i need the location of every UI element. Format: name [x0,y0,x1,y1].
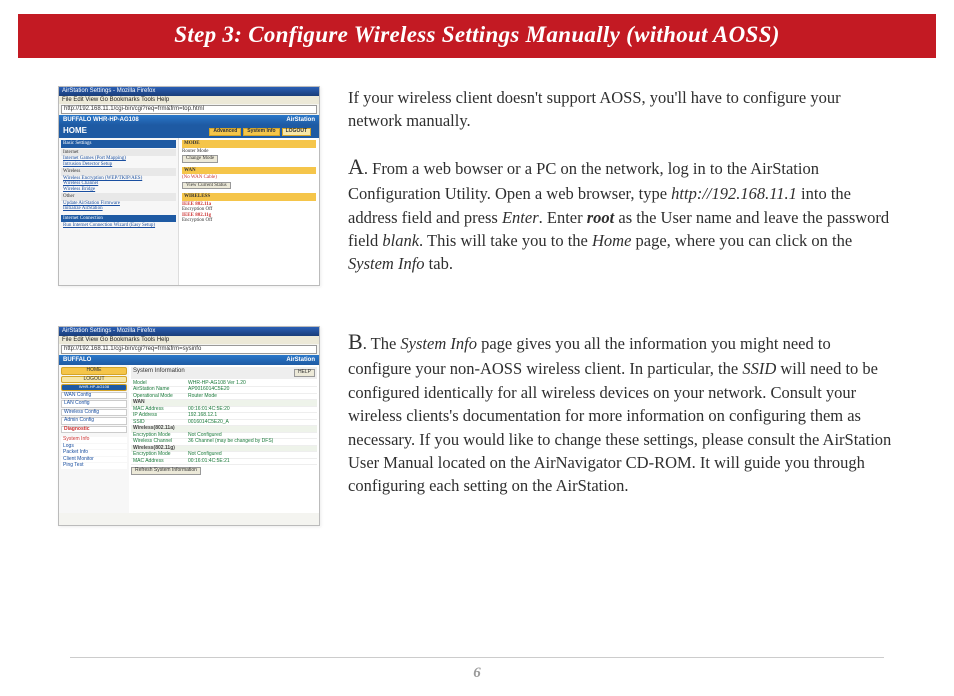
sidebar: Basic Settings Internet Internet Games (… [59,138,179,286]
b-ssid: SSID [742,359,776,378]
home-label: HOME [63,127,87,136]
nav-wan[interactable]: WAN Config [61,392,127,400]
screenshot-sysinfo: AirStation Settings - Mozilla Firefox Fi… [58,326,320,526]
side-internet-connection: Internet Connection [61,215,176,223]
link-wizard[interactable]: Run Internet Connection Wizard (Easy Set… [61,223,176,229]
page-number: 6 [0,665,954,682]
a-home: Home [592,231,631,250]
panel-title: System Information [133,368,185,378]
nav-wireless[interactable]: Wireless Config [61,409,127,417]
mode-value: Router Mode [182,149,316,155]
footer-divider [70,657,884,658]
change-mode-button[interactable]: Change Mode [182,155,218,163]
step-a-text: A. From a web bowser or a PC on the netw… [348,151,896,276]
info-table: ModelWHR-HP-AG108 Ver 1.20 AirStation Na… [131,381,317,466]
top-nav: HOME Advanced System Info LOGOUT [59,125,319,138]
step-b-text: B. The System Info page gives you all th… [348,326,896,498]
nav-lan[interactable]: LAN Config [61,400,127,408]
screenshot-home: AirStation Settings - Mozilla Firefox Fi… [58,86,320,286]
sysinfo-main: System Information HELP ModelWHR-HP-AG10… [129,365,319,513]
a-enter: Enter [502,208,539,227]
model-pill: WHR-HP-AG108 [61,384,127,390]
wan-header: WAN [182,167,316,175]
link-bridge[interactable]: Wireless Bridge [61,187,176,193]
row-a: AirStation Settings - Mozilla Firefox Fi… [58,86,896,286]
side-wireless: Wireless [61,168,176,176]
content-area: AirStation Settings - Mozilla Firefox Fi… [0,58,954,526]
mode-header: MODE [182,140,316,148]
help-button[interactable]: HELP [294,369,315,377]
address-bar: http://192.168.11.1/cgi-bin/cgi?req=frm&… [61,105,317,114]
a-blank: blank [382,231,419,250]
wireless-header: WIRELESS [182,193,316,201]
row-b: AirStation Settings - Mozilla Firefox Fi… [58,326,896,526]
menu-bar: File Edit View Go Bookmarks Tools Help [59,96,319,105]
a-t6: page, where you can click on the [631,231,852,250]
brand-name: BUFFALO [63,117,91,123]
a-t7: tab. [425,254,453,273]
b-t1: . The [363,334,401,353]
sidebar-b: HOME LOGOUT WHR-HP-AG108 WAN Config LAN … [59,365,129,513]
tab-system-info[interactable]: System Info [243,128,279,136]
brand-bar: BUFFALO WHR-HP-AG108 AirStation [59,115,319,126]
side-internet: Internet [61,149,176,157]
menu-bar-b: File Edit View Go Bookmarks Tools Help [59,336,319,345]
product-name-b: AirStation [286,357,315,364]
wl-g-enc: Encryption Off [182,218,316,224]
refresh-button[interactable]: Refresh System Information [131,467,201,475]
address-bar-b: http://192.168.11.1/cgi-bin/cgi?req=frm&… [61,345,317,354]
a-sysinfo: System Info [348,254,425,273]
logout-button[interactable]: LOGOUT [282,128,311,136]
intro-text: If your wireless client doesn't support … [348,86,896,133]
subnav-sysinfo[interactable]: System Info [61,437,127,443]
v-mac-g: 00:16:01:4C:5E:21 [186,458,317,465]
main-panel: MODE Router Mode Change Mode WAN (No WAN… [179,138,319,286]
model-label: WHR-HP-AG108 [93,117,139,123]
window-title: AirStation Settings - Mozilla Firefox [59,87,319,96]
letter-b: B [348,329,363,354]
subnav-packet[interactable]: Packet Info [61,450,127,456]
product-name: AirStation [286,117,315,124]
window-title-b: AirStation Settings - Mozilla Firefox [59,327,319,336]
nav-admin[interactable]: Admin Config [61,417,127,425]
nav-diagnostic[interactable]: Diagnostic [61,426,127,434]
subnav-ping[interactable]: Ping Test [61,463,127,469]
brand-name-b: BUFFALO [63,357,91,364]
link-initialize[interactable]: Initialize AirStation [61,206,176,212]
home-pill[interactable]: HOME [61,367,127,375]
brand-bar-b: BUFFALO AirStation [59,355,319,366]
tab-advanced[interactable]: Advanced [209,128,241,136]
k-mac-g: MAC Address [131,458,186,465]
b-t3: will need to be configured identically f… [348,359,891,495]
page-header: Step 3: Configure Wireless Settings Manu… [18,14,936,58]
a-root: root [587,208,615,227]
logout-pill[interactable]: LOGOUT [61,376,127,384]
a-t5: . This will take you to the [419,231,592,250]
a-t3: . Enter [539,208,587,227]
link-intrusion[interactable]: Intrusion Detector Setup [61,162,176,168]
a-url: http://192.168.11.1 [671,184,797,203]
side-basic-settings: Basic Settings [61,140,176,148]
b-sysinfo: System Info [400,334,477,353]
side-other: Other [61,193,176,201]
wan-value: (No WAN Cable) [182,175,316,181]
instructions-b: B. The System Info page gives you all th… [348,326,896,526]
instructions-a: If your wireless client doesn't support … [348,86,896,286]
view-status-button[interactable]: View Current Status [182,182,231,190]
letter-a: A [348,154,364,179]
